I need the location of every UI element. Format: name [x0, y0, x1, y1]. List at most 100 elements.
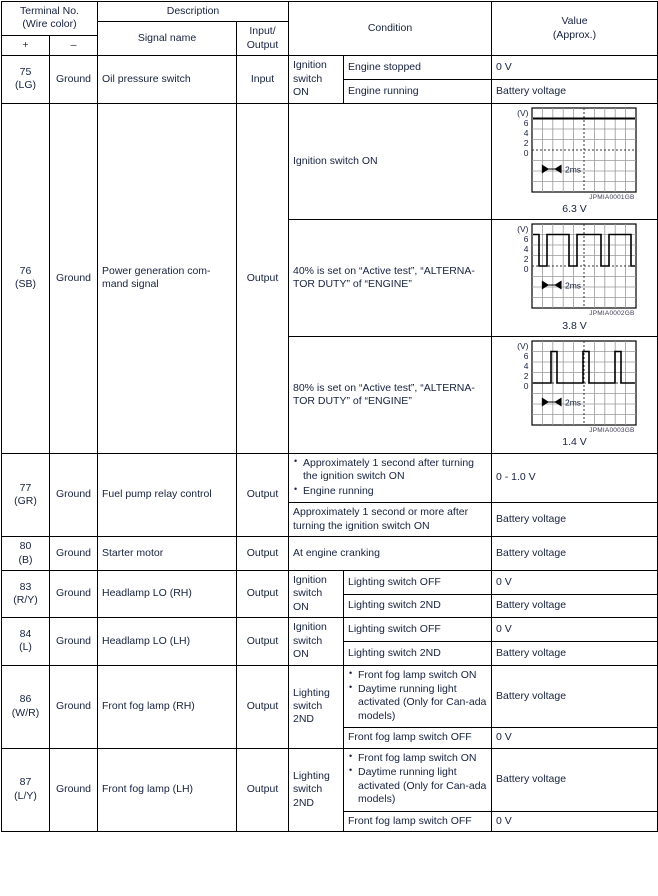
value-cell: 0 V [491, 55, 658, 80]
terminal-number: 87 [19, 776, 32, 789]
condition-bullet: Front fog lamp switch ON [348, 751, 487, 765]
value-cell: Battery voltage [491, 747, 658, 812]
header-description: Description [97, 0, 289, 23]
condition-detail: Front fog lamp switch ON Daytime running… [343, 747, 492, 812]
signal-name: Headlamp LO (RH) [97, 569, 237, 619]
condition-bullet: Daytime running light activated (Only fo… [348, 682, 487, 723]
header-value-title: Value [561, 15, 588, 28]
condition-detail: Lighting switch 2ND [343, 640, 492, 666]
terminal-ground: Ground [49, 617, 98, 666]
condition-group: Ignition switch ON [288, 569, 344, 619]
input-output: Output [236, 102, 289, 454]
terminal-number: 75 [19, 66, 32, 79]
waveform-value-cell: (V) 6 4 2 0 [491, 336, 658, 454]
scope-grid-1: 2ms [530, 107, 637, 193]
y-tick-0: 0 [523, 147, 529, 158]
scope-grid-2: 2ms [530, 223, 637, 309]
header-terminal-minus: – [49, 34, 98, 57]
value-cell: 0 V [491, 727, 658, 749]
header-value: Value (Approx.) [491, 0, 658, 57]
signal-name: Front fog lamp (LH) [97, 747, 237, 832]
waveform-value-cell: (V) 6 4 2 0 [491, 219, 658, 338]
table-row: 86 (W/R) Ground Front fog lamp (RH) Outp… [1, 664, 658, 749]
ecm-terminal-value-table: Terminal No. (Wire color) Description Co… [1, 0, 658, 832]
condition-bullet-list: Front fog lamp switch ON Daytime running… [348, 751, 487, 807]
signal-name-line2: mand signal [102, 278, 159, 291]
terminal-wire-color: (L/Y) [14, 789, 37, 802]
terminal-number: 86 [19, 693, 32, 706]
terminal-number-cell: 76 (SB) [1, 102, 50, 454]
header-terminal-no-sub: (Wire color) [22, 18, 77, 31]
terminal-wire-color: (B) [18, 553, 33, 566]
table-row: 77 (GR) Ground Fuel pump relay control O… [1, 452, 658, 538]
condition-detail: Front fog lamp switch OFF [343, 810, 492, 832]
condition-line2: TOR DUTY” of “ENGINE” [293, 278, 412, 291]
table-row: 75 (LG) Ground Oil pressure switch Input… [1, 55, 658, 104]
oscilloscope-chart: (V) 6 4 2 0 [513, 107, 637, 217]
terminal-number: 84 [19, 627, 32, 640]
y-tick-0: 0 [523, 264, 529, 275]
value-cell: Battery voltage [491, 502, 658, 538]
header-row-1: Terminal No. (Wire color) Description Co… [1, 0, 658, 57]
figure-code: JPMIA0001GB [589, 193, 635, 201]
input-output: Output [236, 452, 289, 538]
y-tick-0: 0 [523, 381, 529, 392]
terminal-number: 77 [19, 481, 32, 494]
time-div-label: 2ms [565, 281, 581, 291]
input-output: Output [236, 617, 289, 666]
value-cell: 0 - 1.0 V [491, 452, 658, 504]
terminal-wire-color: (LG) [15, 79, 36, 92]
waveform-value-cell: (V) 6 4 2 0 [491, 102, 658, 221]
terminal-wire-color: (L) [19, 641, 32, 654]
table-body: 75 (LG) Ground Oil pressure switch Input… [1, 55, 658, 832]
signal-name: Front fog lamp (RH) [97, 664, 237, 749]
signal-name: Oil pressure switch [97, 55, 237, 104]
terminal-ground: Ground [49, 536, 98, 571]
condition-detail: Approximately 1 second after turning the… [288, 452, 492, 504]
terminal-wire-color: (SB) [15, 278, 36, 291]
condition-group: Ignition switch ON [288, 617, 344, 666]
condition-detail: Ignition switch ON [288, 102, 492, 221]
header-signal-name: Signal name [97, 21, 237, 57]
table-row: 84 (L) Ground Headlamp LO (LH) Output Ig… [1, 617, 658, 666]
value-cell: Battery voltage [491, 664, 658, 729]
oscilloscope-chart: (V) 6 4 2 0 [513, 340, 637, 450]
header-terminal-no: Terminal No. (Wire color) [1, 1, 98, 36]
scope-row: (V) 6 4 2 0 2ms [513, 223, 637, 309]
terminal-number-cell: 83 (R/Y) [1, 569, 50, 619]
value-cell: 0 V [491, 569, 658, 595]
signal-name: Power generation com- mand signal [97, 102, 237, 454]
value-cell: Battery voltage [491, 78, 658, 104]
condition-detail: Lighting switch OFF [343, 617, 492, 642]
condition-bullet: Daytime running light activated (Only fo… [348, 765, 487, 806]
condition-bullet-list: Approximately 1 second after turning the… [293, 456, 487, 498]
voltage-axis: (V) 6 4 2 0 [513, 223, 531, 275]
condition-detail: Approximately 1 second or more after tur… [288, 502, 492, 538]
terminal-ground: Ground [49, 452, 98, 538]
signal-name: Fuel pump relay control [97, 452, 237, 538]
input-output: Output [236, 536, 289, 571]
header-input-output: Input/ Output [236, 21, 289, 57]
waveform-measured-value: 6.3 V [562, 202, 587, 215]
terminal-ground: Ground [49, 55, 98, 104]
condition-group: Lighting switch 2ND [288, 664, 344, 749]
header-value-sub: (Approx.) [552, 28, 597, 41]
terminal-wire-color: (GR) [14, 494, 37, 507]
condition-line1: 40% is set on “Active test”, “ALTERNA- [293, 264, 475, 277]
input-output: Output [236, 664, 289, 749]
terminal-number-cell: 87 (L/Y) [1, 747, 50, 832]
value-cell: 0 V [491, 810, 658, 832]
spec-table-page: Terminal No. (Wire color) Description Co… [0, 0, 658, 896]
terminal-number-cell: 75 (LG) [1, 55, 50, 104]
table-row: 76 (SB) Ground Power generation com- man… [1, 102, 658, 454]
condition-bullet: Front fog lamp switch ON [348, 668, 487, 682]
value-cell: Battery voltage [491, 593, 658, 619]
header-terminal-plus: + [1, 34, 50, 57]
signal-name: Headlamp LO (LH) [97, 617, 237, 666]
condition-detail: Front fog lamp switch ON Daytime running… [343, 664, 492, 729]
time-div-label: 2ms [565, 398, 581, 408]
figure-code: JPMIA0003GB [589, 427, 635, 435]
scope-row: (V) 6 4 2 0 2ms [513, 107, 637, 193]
signal-name-line1: Power generation com- [102, 264, 211, 277]
input-output: Output [236, 569, 289, 619]
